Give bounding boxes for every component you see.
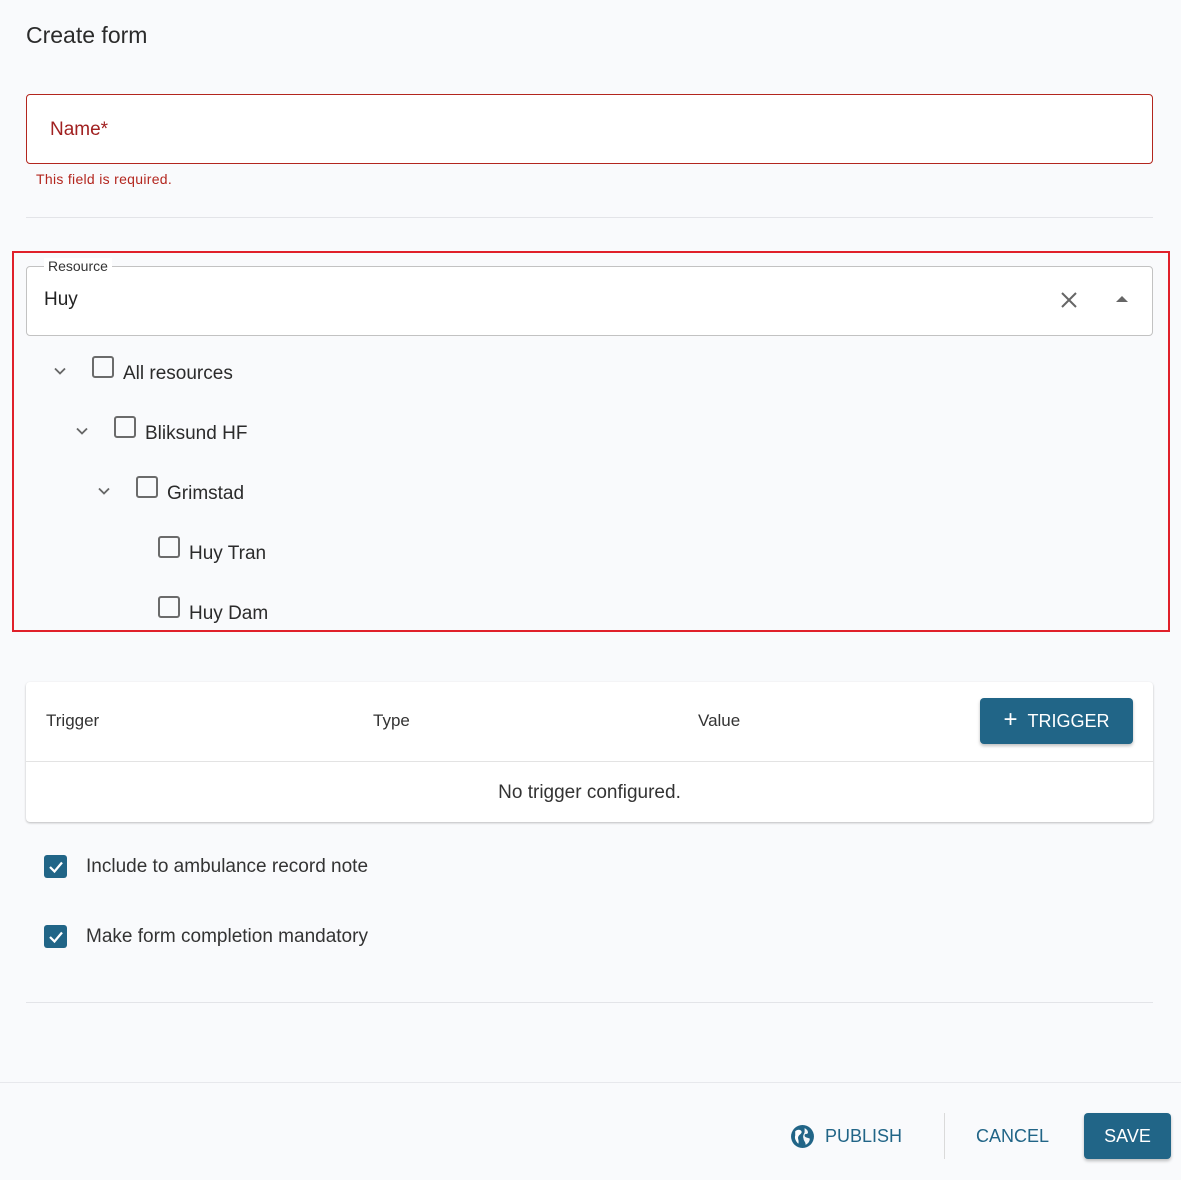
chevron-down-icon[interactable] <box>72 421 92 441</box>
column-header-value: Value <box>698 711 741 730</box>
tree-item-label: Bliksund HF <box>145 423 248 444</box>
resource-field[interactable]: Resource Huy <box>26 258 1153 336</box>
plus-icon: + <box>1003 705 1018 733</box>
toggle-dropdown-button[interactable] <box>1110 288 1134 312</box>
tree-item-bliksund-hf[interactable]: Bliksund HF <box>72 416 247 446</box>
page-title: Create form <box>26 22 148 48</box>
name-field-error: This field is required. <box>36 171 173 187</box>
tree-item-huy-tran[interactable]: Huy Tran <box>158 536 266 566</box>
cancel-button[interactable]: CANCEL <box>976 1121 1049 1151</box>
tree-item-label: All resources <box>123 363 233 384</box>
check-icon <box>48 931 63 943</box>
checkbox-checked[interactable] <box>44 925 67 948</box>
include-ambulance-note-checkbox[interactable]: Include to ambulance record note <box>44 855 368 878</box>
option-label: Include to ambulance record note <box>86 855 369 877</box>
checkbox[interactable] <box>92 356 114 378</box>
footer-separator <box>944 1113 945 1159</box>
mandatory-completion-checkbox[interactable]: Make form completion mandatory <box>44 925 368 948</box>
check-icon <box>48 861 63 873</box>
checkbox[interactable] <box>136 476 158 498</box>
tree-item-all-resources[interactable]: All resources <box>50 356 233 386</box>
option-label: Make form completion mandatory <box>86 925 368 947</box>
add-trigger-button[interactable]: + TRIGGER <box>980 698 1133 744</box>
name-field[interactable]: Name* <box>26 94 1153 164</box>
resource-field-legend: Resource <box>44 258 112 274</box>
tree-item-label: Huy Tran <box>189 543 267 564</box>
trigger-table: Trigger Type Value + TRIGGER No trigger … <box>26 682 1153 822</box>
publish-button[interactable]: PUBLISH <box>790 1121 902 1151</box>
checkbox[interactable] <box>114 416 136 438</box>
tree-item-huy-dam[interactable]: Huy Dam <box>158 596 268 626</box>
checkbox[interactable] <box>158 596 180 618</box>
globe-icon <box>791 1124 814 1148</box>
clear-button[interactable] <box>1057 288 1081 312</box>
column-header-type: Type <box>373 711 410 730</box>
publish-label: PUBLISH <box>825 1125 903 1146</box>
divider <box>26 1002 1153 1003</box>
chevron-down-icon[interactable] <box>50 361 70 381</box>
resource-field-value: Huy <box>44 289 78 310</box>
empty-state-text: No trigger configured. <box>498 782 681 803</box>
tree-item-grimstad[interactable]: Grimstad <box>94 476 244 506</box>
close-icon <box>1061 292 1077 308</box>
name-field-label: Name* <box>50 119 109 140</box>
tree-item-label: Huy Dam <box>189 603 269 624</box>
tree-item-label: Grimstad <box>167 483 245 504</box>
divider <box>26 217 1153 218</box>
save-button[interactable]: SAVE <box>1084 1113 1171 1159</box>
checkbox[interactable] <box>158 536 180 558</box>
chevron-down-icon[interactable] <box>94 481 114 501</box>
checkbox-checked[interactable] <box>44 855 67 878</box>
add-trigger-label: TRIGGER <box>1027 710 1110 731</box>
table-header-divider <box>26 761 1153 762</box>
column-header-trigger: Trigger <box>46 711 100 730</box>
arrow-up-icon <box>1116 296 1128 302</box>
footer-divider <box>0 1082 1181 1083</box>
